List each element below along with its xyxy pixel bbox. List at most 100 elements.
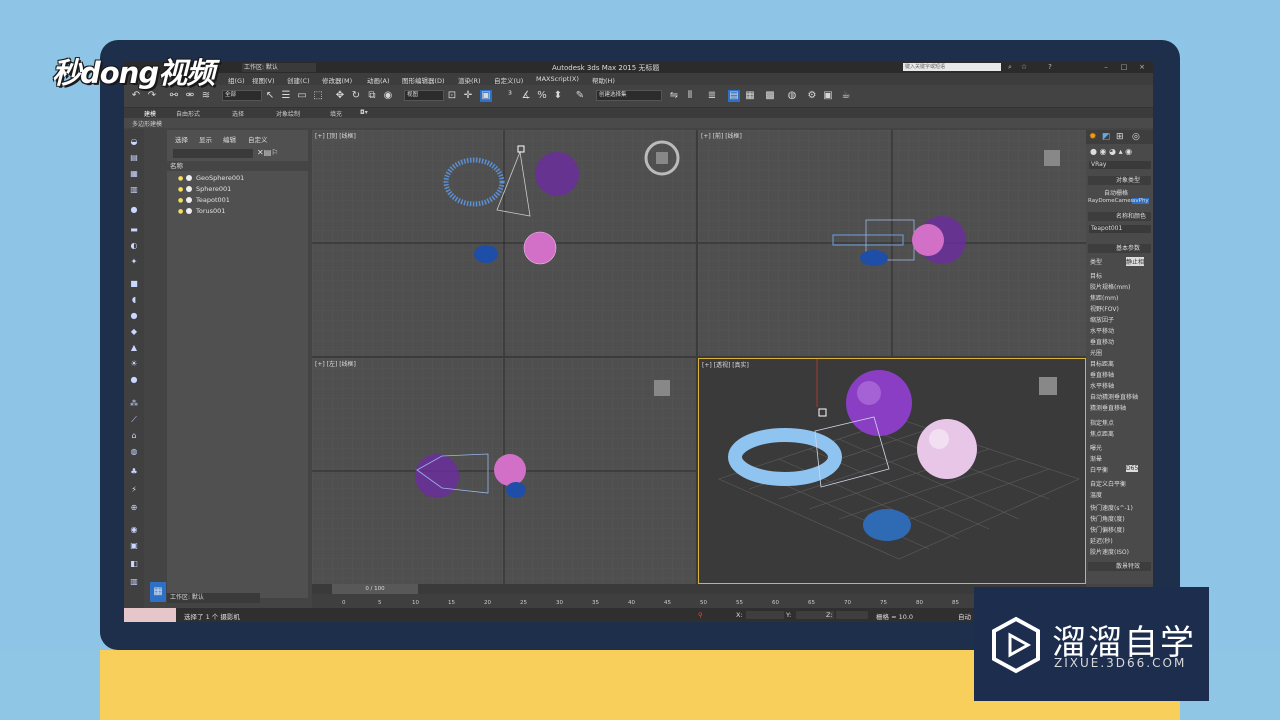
list-item[interactable]: ● GeoSphere001	[167, 173, 308, 183]
globe-icon[interactable]: ◍	[128, 447, 140, 457]
light-bulb-icon[interactable]: ●	[178, 185, 183, 195]
auto-grid-checkbox[interactable]: 自动栅格	[1104, 188, 1128, 197]
manipulate-icon[interactable]: ✛	[462, 90, 474, 102]
viewport-front[interactable]: [+] [前] [线框]	[698, 130, 1086, 356]
explorer-search-input[interactable]	[173, 149, 253, 158]
binoculars-icon[interactable]: ⌕	[1004, 63, 1016, 71]
spinner-snap-icon[interactable]: ⬍	[552, 90, 564, 102]
mirror-icon[interactable]: ⇋	[668, 90, 680, 102]
time-slider[interactable]: 0 / 100	[332, 584, 418, 594]
keyboard-shortcut-icon[interactable]: ▣	[480, 90, 492, 102]
hierarchy-tab-icon[interactable]: ⊞	[1116, 132, 1124, 142]
curve-editor-icon[interactable]: ▦	[744, 90, 756, 102]
menu-rendering[interactable]: 渲染(R)	[458, 75, 481, 85]
select-by-name-icon[interactable]: ☰	[280, 90, 292, 102]
object-name-input[interactable]: Teapot001	[1089, 225, 1151, 233]
search-input[interactable]: 键入关键字或短语	[903, 63, 1001, 71]
display-icon[interactable]: ◉	[128, 525, 140, 535]
window-crossing-icon[interactable]: ⬚	[312, 90, 324, 102]
move-icon[interactable]: ✥	[334, 90, 346, 102]
visibility-icon[interactable]	[186, 175, 192, 181]
schematic-view-icon[interactable]: ▩	[764, 90, 776, 102]
ribbon-options-icon[interactable]: ◘▾	[360, 109, 368, 116]
white-balance-dropdown[interactable]: D65	[1126, 465, 1139, 472]
menu-maxscript[interactable]: MAXScript(X)	[536, 75, 579, 83]
tab-populate[interactable]: 填充	[330, 109, 342, 118]
light-bulb-icon[interactable]: ●	[178, 207, 183, 217]
menu-group[interactable]: 组(G)	[228, 75, 245, 85]
help-icon[interactable]: ?	[1044, 63, 1056, 71]
camera-icon[interactable]: ▬	[128, 225, 140, 235]
list-icon[interactable]: ▦	[128, 169, 140, 179]
time-slider-track[interactable]: 0 / 100	[312, 584, 1086, 594]
cone-icon[interactable]: ▲	[128, 343, 140, 353]
list-item[interactable]: ● Torus001	[167, 206, 308, 216]
rendered-frame-icon[interactable]: ▣	[822, 90, 834, 102]
motion-tab-icon[interactable]: ◎	[1132, 132, 1140, 142]
menu-create[interactable]: 创建(C)	[287, 75, 310, 85]
bone-icon[interactable]: ⟋	[128, 415, 140, 425]
explorer-menu-select[interactable]: 选择	[175, 134, 188, 144]
explorer-tools-icon[interactable]: ✕▤⚐	[257, 148, 278, 157]
place-icon[interactable]: ◉	[382, 90, 394, 102]
transform-icon[interactable]: ⊕	[128, 503, 140, 513]
vray-dome-camera-button[interactable]: RayDomeCamer	[1088, 198, 1133, 204]
explorer-column-name[interactable]: 名称	[167, 161, 308, 171]
filter-icon[interactable]: ▤	[128, 153, 140, 163]
plant-icon[interactable]: ♣	[128, 467, 140, 477]
modify-tab-icon[interactable]: ◩	[1102, 132, 1111, 142]
menu-help[interactable]: 帮助(H)	[592, 75, 615, 85]
box-icon[interactable]: ■	[128, 279, 140, 289]
create-tab-icon[interactable]: ✹	[1089, 132, 1097, 142]
explorer-menu-customize[interactable]: 自定义	[248, 134, 268, 144]
auto-key-button[interactable]: 自动	[958, 611, 971, 621]
menu-modifiers[interactable]: 修改器(M)	[322, 75, 352, 85]
explorer-workspace-dropdown[interactable]: 工作区: 默认	[167, 593, 260, 603]
ball-icon[interactable]: ●	[128, 375, 140, 385]
reference-coord-dropdown[interactable]: 视图	[404, 90, 444, 101]
tab-freeform[interactable]: 自由形式	[176, 109, 200, 118]
close-button[interactable]: ×	[1136, 63, 1148, 71]
list-item[interactable]: ● Teapot001	[167, 195, 308, 205]
rollout-object-type[interactable]: 对象类型	[1088, 176, 1151, 185]
category-icons[interactable]: ● ◉ ◕ ▴ ◉	[1090, 147, 1132, 156]
pivot-icon[interactable]: ⊡	[446, 90, 458, 102]
visibility-icon[interactable]	[186, 197, 192, 203]
vray-physical-camera-button[interactable]: avPhy	[1132, 198, 1149, 204]
lock-selection-icon[interactable]: ⚲	[698, 611, 703, 619]
angle-snap-icon[interactable]: ∡	[520, 90, 532, 102]
sphere-icon[interactable]: ●	[128, 311, 140, 321]
subtab-poly-modeling[interactable]: 多边形建模	[132, 119, 162, 128]
tab-selection[interactable]: 选择	[232, 109, 244, 118]
list-item[interactable]: ● Sphere001	[167, 184, 308, 194]
viewport-left[interactable]: [+] [左] [线框]	[312, 358, 696, 584]
x-coord-field[interactable]	[746, 611, 784, 619]
viewport-label-front[interactable]: [+] [前] [线框]	[701, 131, 742, 140]
render-teapot-icon[interactable]: ☕	[840, 90, 852, 102]
table-icon[interactable]: ▥	[128, 185, 140, 195]
rollout-basic-params[interactable]: 基本参数	[1088, 244, 1151, 253]
helper-icon[interactable]: ◐	[128, 241, 140, 251]
menu-graph-editors[interactable]: 图形编辑器(D)	[402, 75, 445, 85]
rollout-name-color[interactable]: 名称和颜色	[1088, 212, 1151, 221]
menu-view[interactable]: 视图(V)	[252, 75, 275, 85]
viewport-label-perspective[interactable]: [+] [透视] [真实]	[702, 360, 749, 369]
teapot-icon[interactable]: ◆	[128, 327, 140, 337]
menu-customize[interactable]: 自定义(U)	[494, 75, 523, 85]
type-dropdown[interactable]: 静止相	[1126, 257, 1145, 266]
viewport-label-top[interactable]: [+] [顶] [线框]	[315, 131, 356, 140]
visibility-icon[interactable]	[186, 208, 192, 214]
selection-filter-dropdown[interactable]: 全部	[222, 90, 262, 101]
eye-icon[interactable]: ◒	[128, 137, 140, 147]
viewport-top[interactable]: [+] [顶] [线框]	[312, 130, 696, 356]
menu-animation[interactable]: 动画(A)	[367, 75, 390, 85]
particle-icon[interactable]: ⁂	[128, 399, 140, 409]
layout-icon[interactable]: ▦	[150, 582, 166, 602]
light-bulb-icon[interactable]: ●	[178, 196, 183, 206]
spacewarp-icon[interactable]: ✦	[128, 257, 140, 267]
snaps-toggle-icon[interactable]: ³	[504, 90, 516, 102]
graphite-toggle-icon[interactable]: ▤	[728, 90, 740, 102]
sun-icon[interactable]: ☀	[128, 359, 140, 369]
explorer-menu-display[interactable]: 显示	[199, 134, 212, 144]
hierarchy-icon[interactable]: ⌂	[128, 431, 140, 441]
